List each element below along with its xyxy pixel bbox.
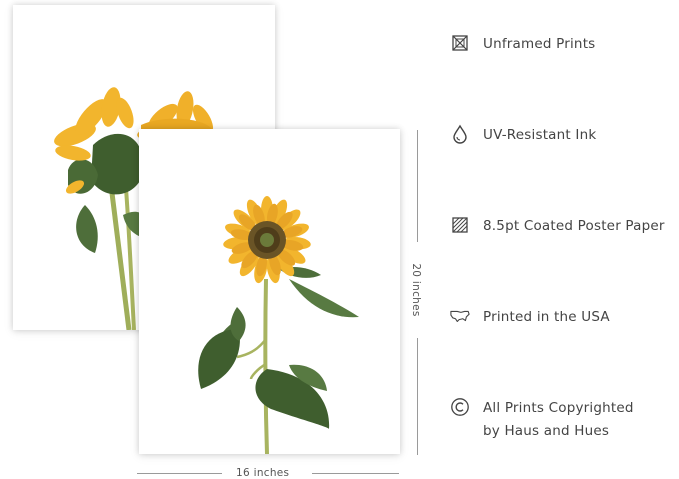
feature-copyrighted: All Prints Copyrighted by Haus and Hues xyxy=(450,397,634,443)
unframed-icon xyxy=(450,33,470,53)
width-dimension-line-right xyxy=(312,473,399,474)
height-dimension-line-bottom xyxy=(417,338,418,455)
feature-label: 8.5pt Coated Poster Paper xyxy=(483,218,665,234)
feature-uv-resistant-ink: UV-Resistant Ink xyxy=(450,124,596,147)
feature-label: Unframed Prints xyxy=(483,36,596,52)
width-dimension-line-left xyxy=(137,473,222,474)
height-dimension-line-top xyxy=(417,130,418,242)
feature-printed-in-usa: Printed in the USA xyxy=(450,306,610,329)
ink-drop-icon xyxy=(450,124,470,144)
feature-unframed-prints: Unframed Prints xyxy=(450,33,595,56)
usa-map-icon xyxy=(450,306,470,326)
copyright-icon xyxy=(450,397,470,417)
feature-label-line-1: All Prints Copyrighted xyxy=(483,400,634,416)
feature-label-line-2: by Haus and Hues xyxy=(483,423,610,439)
sunflower-illustration xyxy=(198,196,359,454)
feature-label: Printed in the USA xyxy=(483,309,610,325)
width-dimension-label: 16 inches xyxy=(236,467,290,479)
feature-label: UV-Resistant Ink xyxy=(483,127,597,143)
feature-poster-paper: 8.5pt Coated Poster Paper xyxy=(450,215,665,238)
height-dimension-label: 20 inches xyxy=(410,263,422,317)
front-print-image xyxy=(139,129,400,454)
paper-icon xyxy=(450,215,470,235)
